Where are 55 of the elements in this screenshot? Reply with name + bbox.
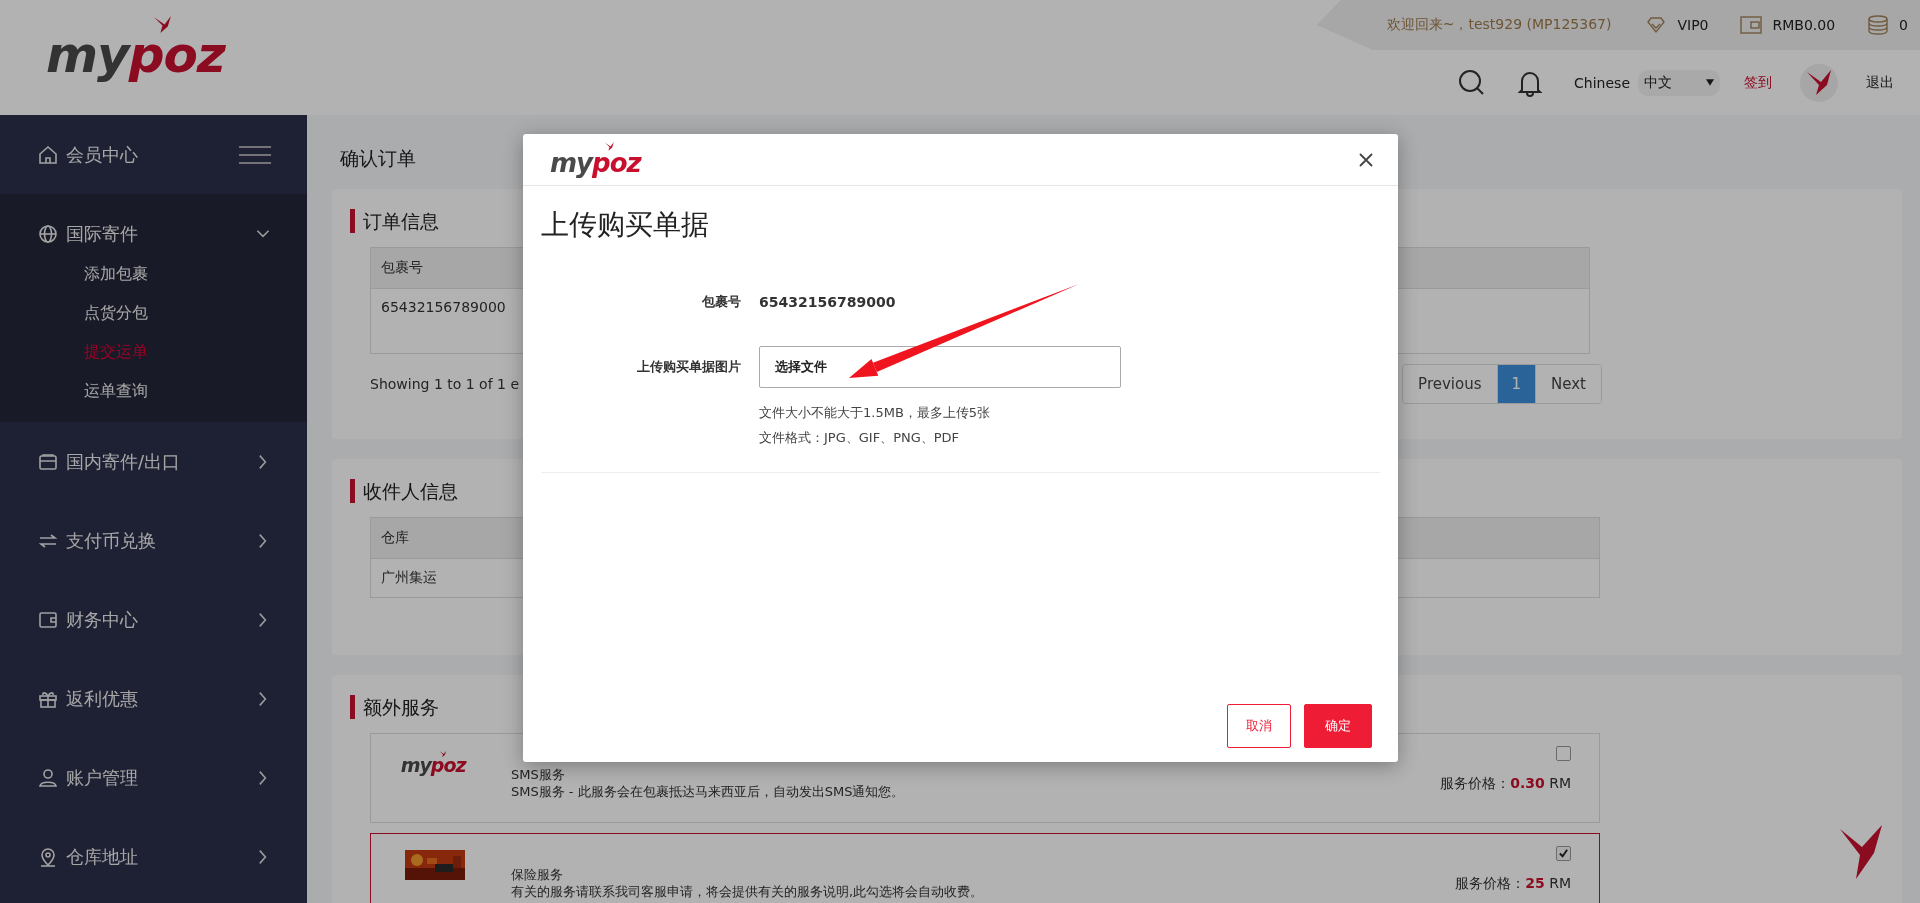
service-title: SMS服务 — [511, 766, 566, 783]
field-label: 包裹号 — [701, 293, 742, 311]
logout-link[interactable]: 退出 — [1866, 73, 1894, 92]
coins-icon — [1867, 15, 1890, 35]
welcome-text: 欢迎回来~，test929 (MP125367) — [1386, 16, 1612, 34]
inbox-icon — [38, 451, 58, 472]
sidebar-subitem[interactable]: 点货分包 — [84, 300, 148, 326]
service-description: 有关的服务请联系我司客服申请，将会提供有关的服务说明,此勾选将会自动收费。 — [511, 883, 985, 900]
user-icon — [38, 767, 58, 788]
check-in-link[interactable]: 签到 — [1744, 73, 1772, 92]
sidebar-title: 会员中心 — [66, 142, 139, 167]
logo: mypoz — [400, 750, 470, 822]
logo: mypoz — [550, 141, 646, 178]
checkbox[interactable] — [1556, 846, 1571, 861]
hint-text: 文件格式：JPG、GIF、PNG、PDF — [759, 429, 961, 447]
field-label: 上传购买单据图片 — [636, 358, 742, 376]
sidebar-item[interactable]: 账户管理 — [66, 765, 247, 790]
sidebar-item[interactable]: 支付币兑换 — [66, 528, 247, 553]
location-pin-icon — [38, 846, 58, 867]
service-price: 服务价格：0.30 RM — [1440, 775, 1571, 793]
home-icon — [38, 144, 58, 165]
service-description: SMS服务 - 此服务会在包裹抵达马来西亚后，自动发出SMS通知您。 — [511, 783, 906, 800]
table-info: Showing 1 to 1 of 1 e — [370, 376, 519, 392]
sidebar-subitem[interactable]: 运单查询 — [84, 378, 148, 404]
globe-icon — [38, 223, 58, 244]
sidebar-item[interactable]: 返利优惠 — [66, 686, 247, 711]
checkbox[interactable] — [1556, 746, 1571, 761]
cancel-button[interactable]: 取消 — [1227, 704, 1291, 748]
file-input[interactable]: 选择文件 — [759, 346, 1121, 388]
page-title: 确认订单 — [340, 146, 416, 171]
caret-icon — [1706, 79, 1714, 86]
field-value: 65432156789000 — [759, 293, 896, 312]
hint-text: 文件大小不能大于1.5MB，最多上传5张 — [759, 404, 992, 422]
service-title: 保险服务 — [511, 866, 564, 883]
table-cell: 65432156789000 — [381, 299, 506, 315]
sidebar-item[interactable]: 国际寄件 — [66, 221, 247, 246]
menu-icon[interactable] — [239, 144, 271, 165]
language-label: Chinese — [1574, 74, 1630, 91]
confirm-button[interactable]: 确定 — [1304, 704, 1372, 748]
logo: mypoz — [46, 14, 235, 84]
sidebar-item[interactable]: 财务中心 — [66, 607, 247, 632]
wallet-icon — [1740, 15, 1763, 35]
pagination-button[interactable]: Next — [1535, 365, 1601, 403]
coin-count: 0 — [1899, 17, 1908, 33]
sidebar-item[interactable]: 仓库地址 — [66, 844, 247, 869]
wallet-icon — [38, 609, 58, 630]
avatar[interactable] — [1800, 63, 1838, 102]
close-icon[interactable] — [1358, 151, 1374, 168]
vip-level: VIP0 — [1677, 17, 1709, 33]
balance: RMB0.00 — [1772, 17, 1836, 33]
table-cell: 广州集运 — [370, 558, 1600, 598]
sidebar-item[interactable]: 国内寄件/出口 — [66, 449, 247, 474]
service-price: 服务价格：25 RM — [1455, 875, 1571, 893]
language-select[interactable]: 中文 — [1638, 69, 1720, 96]
sidebar-subitem[interactable]: 添加包裹 — [84, 261, 148, 287]
